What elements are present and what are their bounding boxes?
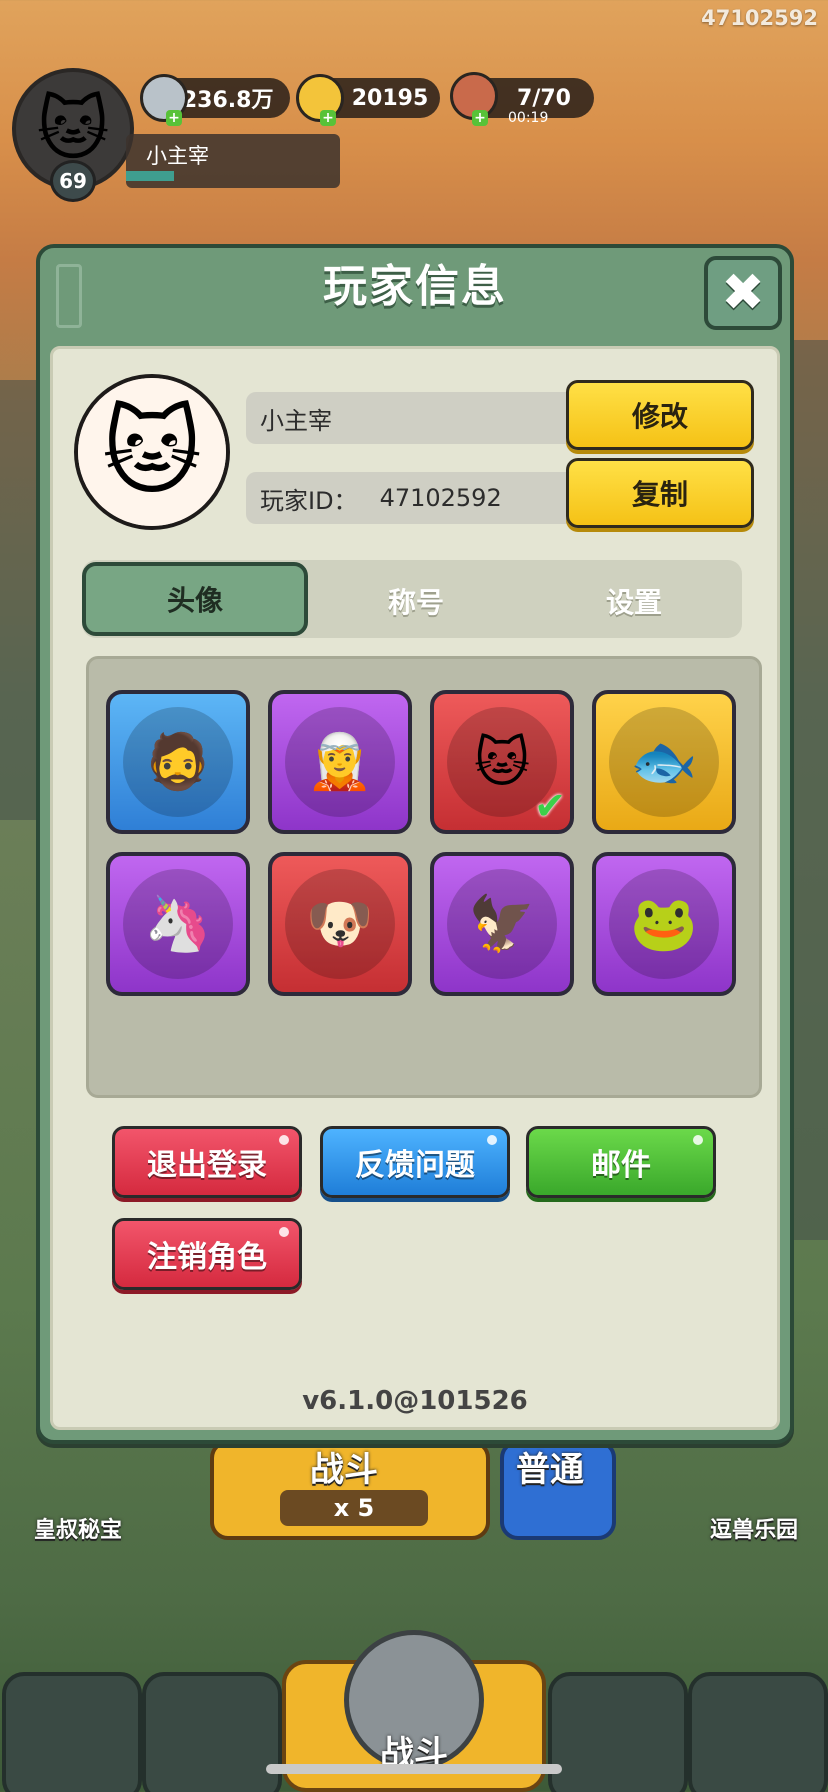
avatar-option[interactable]: 🦄 <box>106 852 250 996</box>
player-id-field: 玩家ID： 47102592 <box>246 472 576 524</box>
tab-settings[interactable]: 设置 <box>528 566 740 636</box>
version-text: v6.1.0@101526 <box>302 1386 528 1416</box>
tab-title[interactable]: 称号 <box>310 566 522 636</box>
avatar-option[interactable]: 🧝 <box>268 690 412 834</box>
close-button[interactable]: ✖ <box>704 256 782 330</box>
checkmark-icon: ✔ <box>534 784 566 828</box>
profile-avatar: 🐱 <box>74 374 230 530</box>
avatar-option[interactable]: 🦅 <box>430 852 574 996</box>
player-id-label: 玩家ID： <box>260 486 358 515</box>
unicorn-icon: 🦄 <box>123 869 233 979</box>
lucky-cat-icon: 🐱 <box>78 378 226 526</box>
warrior-icon: 🧔 <box>123 707 233 817</box>
corgi-icon: 🐶 <box>285 869 395 979</box>
fish-icon: 🐟 <box>609 707 719 817</box>
delete-character-label: 注销角色 <box>147 1240 267 1275</box>
witch-icon: 🧝 <box>285 707 395 817</box>
edit-name-button[interactable]: 修改 <box>566 380 754 450</box>
logout-button[interactable]: 退出登录 <box>112 1126 302 1198</box>
feedback-button[interactable]: 反馈问题 <box>320 1126 510 1198</box>
logout-label: 退出登录 <box>147 1148 267 1183</box>
avatar-option[interactable]: 🐸 <box>592 852 736 996</box>
feedback-label: 反馈问题 <box>355 1148 475 1183</box>
copy-id-button[interactable]: 复制 <box>566 458 754 528</box>
mail-label: 邮件 <box>591 1148 651 1183</box>
tab-avatar[interactable]: 头像 <box>82 562 308 636</box>
avatar-option[interactable]: 🐟 <box>592 690 736 834</box>
mail-button[interactable]: 邮件 <box>526 1126 716 1198</box>
avatar-option-selected[interactable]: 🐱 ✔ <box>430 690 574 834</box>
close-icon: ✖ <box>721 263 765 323</box>
bird-warrior-icon: 🦅 <box>447 869 557 979</box>
frog-icon: 🐸 <box>609 869 719 979</box>
delete-character-button[interactable]: 注销角色 <box>112 1218 302 1290</box>
player-id-value: 47102592 <box>379 484 502 512</box>
avatar-option[interactable]: 🧔 <box>106 690 250 834</box>
avatar-option[interactable]: 🐶 <box>268 852 412 996</box>
panel-title: 玩家信息 <box>323 261 507 312</box>
player-name-field: 小主宰 <box>246 392 576 444</box>
